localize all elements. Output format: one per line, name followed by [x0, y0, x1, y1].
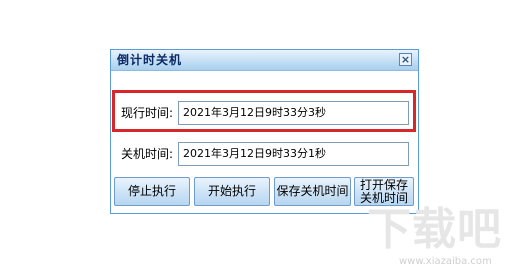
- start-button[interactable]: 开始执行: [194, 177, 270, 206]
- page: 倒计时关机 × 现行时间: 2021年3月12日9时33分3秒 关机时间: 20…: [0, 0, 511, 269]
- dialog-title: 倒计时关机: [117, 53, 183, 67]
- shutdown-time-label: 关机时间:: [121, 147, 174, 161]
- watermark-url: www.xiazaiba.com: [399, 256, 492, 267]
- close-button[interactable]: ×: [399, 53, 412, 66]
- watermark-logo-text: 下载吧: [367, 204, 502, 255]
- shutdown-time-field[interactable]: 2021年3月12日9时33分1秒: [178, 142, 409, 166]
- shutdown-time-row: 关机时间: 2021年3月12日9时33分1秒: [119, 142, 410, 166]
- save-shutdown-time-button[interactable]: 保存关机时间: [274, 177, 351, 206]
- current-time-row: 现行时间: 2021年3月12日9时33分3秒: [119, 101, 410, 125]
- open-saved-shutdown-time-button[interactable]: 打开保存关机时间: [354, 177, 414, 206]
- countdown-shutdown-dialog: 倒计时关机 × 现行时间: 2021年3月12日9时33分3秒 关机时间: 20…: [110, 49, 419, 214]
- current-time-label: 现行时间:: [121, 106, 174, 120]
- stop-button[interactable]: 停止执行: [114, 177, 190, 206]
- close-icon: ×: [400, 53, 411, 66]
- watermark: 下载吧 www.xiazaiba.com: [367, 203, 507, 267]
- title-bar: 倒计时关机 ×: [111, 50, 418, 71]
- current-time-field[interactable]: 2021年3月12日9时33分3秒: [178, 101, 409, 125]
